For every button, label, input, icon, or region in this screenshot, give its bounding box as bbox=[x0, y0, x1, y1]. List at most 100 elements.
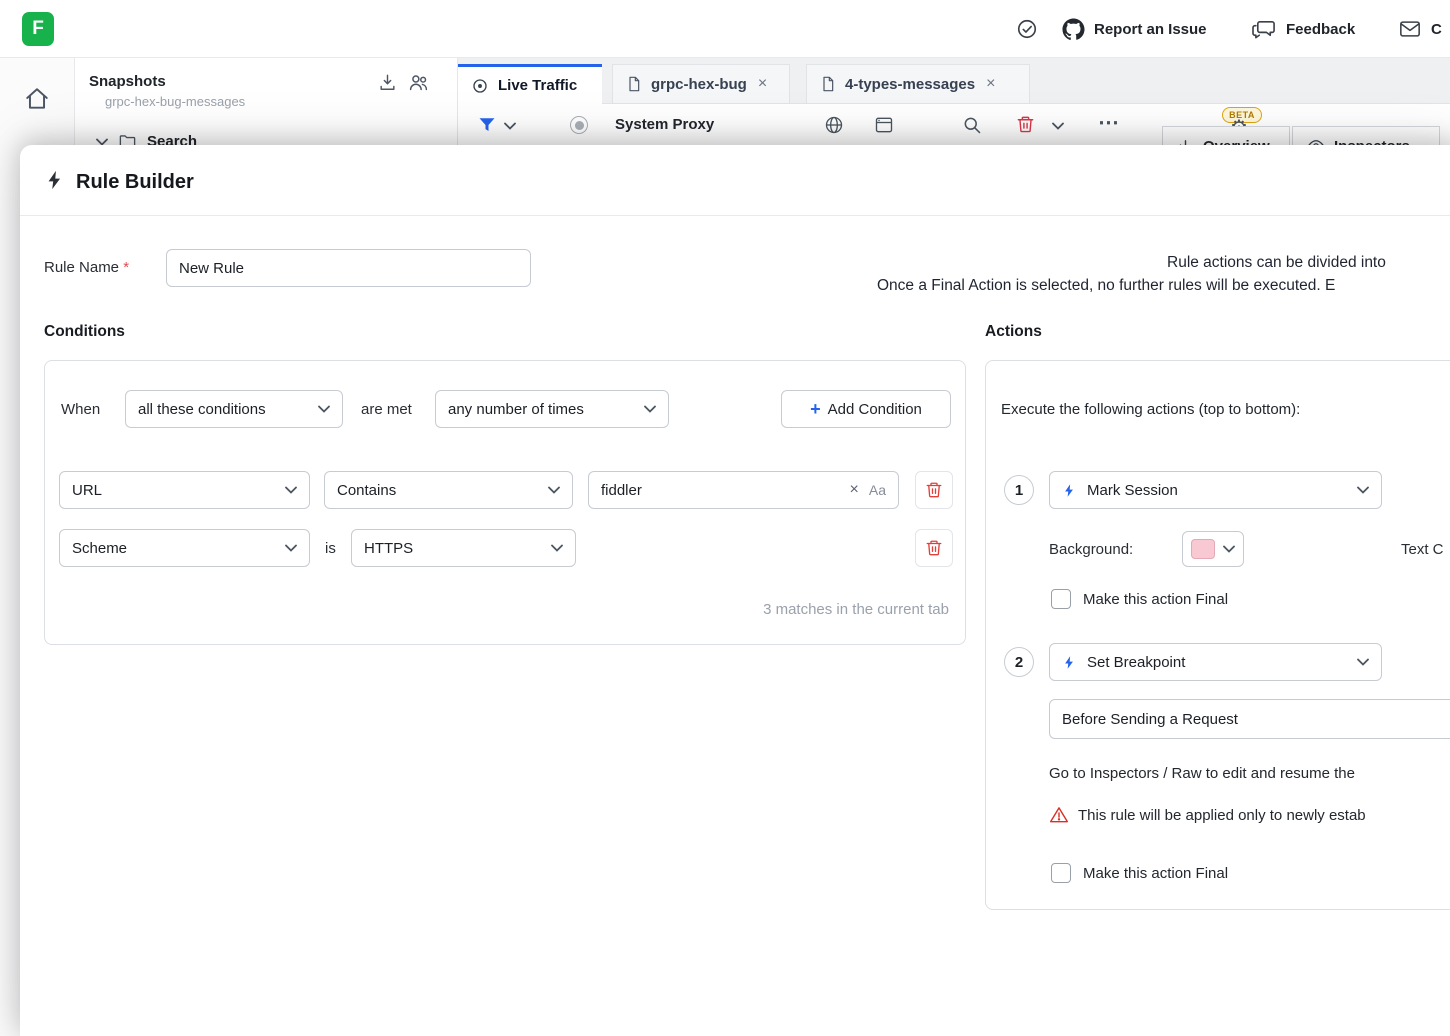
feedback-button[interactable]: Feedback bbox=[1252, 0, 1355, 58]
delete-sessions-button[interactable] bbox=[1016, 115, 1035, 134]
timing-value: Before Sending a Request bbox=[1062, 711, 1238, 728]
tab-close-icon[interactable]: × bbox=[756, 75, 767, 93]
match-case-toggle[interactable]: Aa bbox=[869, 482, 886, 498]
delete-dropdown-chevron[interactable] bbox=[1052, 122, 1064, 130]
delete-condition-button[interactable] bbox=[915, 471, 953, 509]
dropdown-value: any number of times bbox=[448, 401, 584, 418]
browser-capture-button[interactable] bbox=[874, 115, 894, 135]
condition-times-dropdown[interactable]: any number of times bbox=[435, 390, 669, 428]
rule-name-value: New Rule bbox=[179, 260, 244, 277]
operator-is-label: is bbox=[325, 529, 336, 567]
plus-icon: + bbox=[810, 400, 821, 418]
make-final-checkbox[interactable] bbox=[1051, 863, 1071, 883]
github-icon bbox=[1062, 18, 1085, 41]
rule-info-line1: Rule actions can be divided into bbox=[1167, 254, 1386, 272]
lightning-icon bbox=[44, 169, 66, 191]
record-dot-icon bbox=[575, 121, 584, 130]
chevron-down-icon bbox=[285, 486, 297, 494]
clear-value-icon[interactable]: × bbox=[850, 481, 859, 499]
snapshots-title: Snapshots bbox=[89, 73, 166, 90]
conditions-heading: Conditions bbox=[44, 323, 125, 341]
tab-close-icon[interactable]: × bbox=[984, 75, 995, 93]
rule-name-input[interactable]: New Rule bbox=[166, 249, 531, 287]
chevron-down-icon bbox=[1357, 658, 1369, 666]
feedback-label: Feedback bbox=[1286, 21, 1355, 38]
tab-grpc-hex-bug[interactable]: grpc-hex-bug × bbox=[612, 64, 790, 104]
action-type-dropdown[interactable]: Set Breakpoint bbox=[1049, 643, 1382, 681]
chevron-down-icon bbox=[548, 486, 560, 494]
chevron-down-icon bbox=[644, 405, 656, 413]
dropdown-value: URL bbox=[72, 482, 102, 499]
condition-match-type-dropdown[interactable]: all these conditions bbox=[125, 390, 343, 428]
filter-funnel-icon bbox=[478, 116, 496, 134]
snapshots-share-button[interactable] bbox=[408, 72, 429, 93]
app-logo-letter: F bbox=[32, 18, 44, 40]
trash-icon bbox=[925, 539, 943, 557]
system-proxy-label[interactable]: System Proxy bbox=[615, 116, 714, 133]
trash-icon bbox=[925, 481, 943, 499]
snapshot-item-partial[interactable]: grpc-hex-bug-messages bbox=[105, 94, 435, 109]
make-final-checkbox[interactable] bbox=[1051, 589, 1071, 609]
execute-actions-label: Execute the following actions (top to bo… bbox=[1001, 401, 1300, 418]
tab-live-traffic[interactable]: Live Traffic bbox=[458, 64, 602, 104]
globe-icon bbox=[824, 115, 844, 135]
condition-field-dropdown[interactable]: Scheme bbox=[59, 529, 310, 567]
document-icon bbox=[820, 76, 836, 92]
action-type-dropdown[interactable]: Mark Session bbox=[1049, 471, 1382, 509]
action-number-badge: 1 bbox=[1004, 475, 1034, 505]
chevron-down-icon bbox=[1223, 545, 1235, 553]
trash-icon bbox=[1016, 115, 1035, 134]
app-logo[interactable]: F bbox=[22, 12, 54, 46]
contact-button[interactable]: C bbox=[1398, 0, 1442, 58]
filter-button[interactable] bbox=[478, 116, 496, 134]
background-label: Background: bbox=[1049, 530, 1133, 568]
modal-header-divider bbox=[20, 215, 1450, 216]
dropdown-value: Contains bbox=[337, 482, 396, 499]
collaborators-icon bbox=[408, 72, 429, 93]
tab-4-types-messages[interactable]: 4-types-messages × bbox=[806, 64, 1030, 104]
delete-condition-button[interactable] bbox=[915, 529, 953, 567]
report-issue-label: Report an Issue bbox=[1094, 21, 1207, 38]
add-condition-button[interactable]: + Add Condition bbox=[781, 390, 951, 428]
color-swatch bbox=[1191, 539, 1215, 559]
make-final-label: Make this action Final bbox=[1083, 865, 1228, 882]
capture-toggle-button[interactable] bbox=[570, 116, 588, 134]
proxy-globe-button[interactable] bbox=[824, 115, 844, 135]
condition-operator-dropdown[interactable]: Contains bbox=[324, 471, 573, 509]
actions-panel: Execute the following actions (top to bo… bbox=[985, 360, 1450, 910]
tab-label: 4-types-messages bbox=[845, 76, 975, 93]
required-asterisk: * bbox=[123, 259, 129, 276]
report-issue-button[interactable]: Report an Issue bbox=[1062, 0, 1207, 58]
search-icon bbox=[962, 115, 982, 135]
chevron-down-icon bbox=[551, 544, 563, 552]
rule-name-label: Rule Name * bbox=[44, 259, 129, 276]
breakpoint-timing-input[interactable]: Before Sending a Request bbox=[1049, 699, 1450, 739]
background-color-dropdown[interactable] bbox=[1182, 531, 1244, 567]
chevron-down-icon bbox=[285, 544, 297, 552]
when-label: When bbox=[61, 390, 100, 428]
chevron-down-icon bbox=[318, 405, 330, 413]
warning-text: This rule will be applied only to newly … bbox=[1078, 807, 1366, 824]
chevron-down-icon bbox=[504, 122, 516, 130]
condition-field-dropdown[interactable]: URL bbox=[59, 471, 310, 509]
text-color-label: Text C bbox=[1401, 530, 1444, 568]
filter-dropdown-chevron[interactable] bbox=[504, 122, 516, 130]
home-button[interactable] bbox=[24, 86, 50, 112]
add-condition-label: Add Condition bbox=[828, 401, 922, 418]
status-check-button[interactable] bbox=[1016, 0, 1038, 58]
action-number-badge: 2 bbox=[1004, 647, 1034, 677]
conditions-panel: When all these conditions are met any nu… bbox=[44, 360, 966, 645]
warning-icon-wrap bbox=[1049, 805, 1069, 825]
dropdown-value: Mark Session bbox=[1087, 482, 1178, 499]
actions-heading: Actions bbox=[985, 323, 1042, 341]
download-icon bbox=[378, 73, 397, 92]
live-traffic-icon bbox=[471, 77, 489, 95]
dropdown-value: Set Breakpoint bbox=[1087, 654, 1185, 671]
condition-value: fiddler bbox=[601, 482, 840, 499]
tab-strip: Live Traffic grpc-hex-bug × 4-types-mess… bbox=[458, 58, 1450, 104]
more-options-button[interactable]: ⋯ bbox=[1098, 110, 1119, 135]
snapshots-download-button[interactable] bbox=[378, 73, 397, 92]
search-sessions-button[interactable] bbox=[962, 115, 982, 135]
condition-value-input[interactable]: fiddler × Aa bbox=[588, 471, 899, 509]
condition-value-dropdown[interactable]: HTTPS bbox=[351, 529, 576, 567]
